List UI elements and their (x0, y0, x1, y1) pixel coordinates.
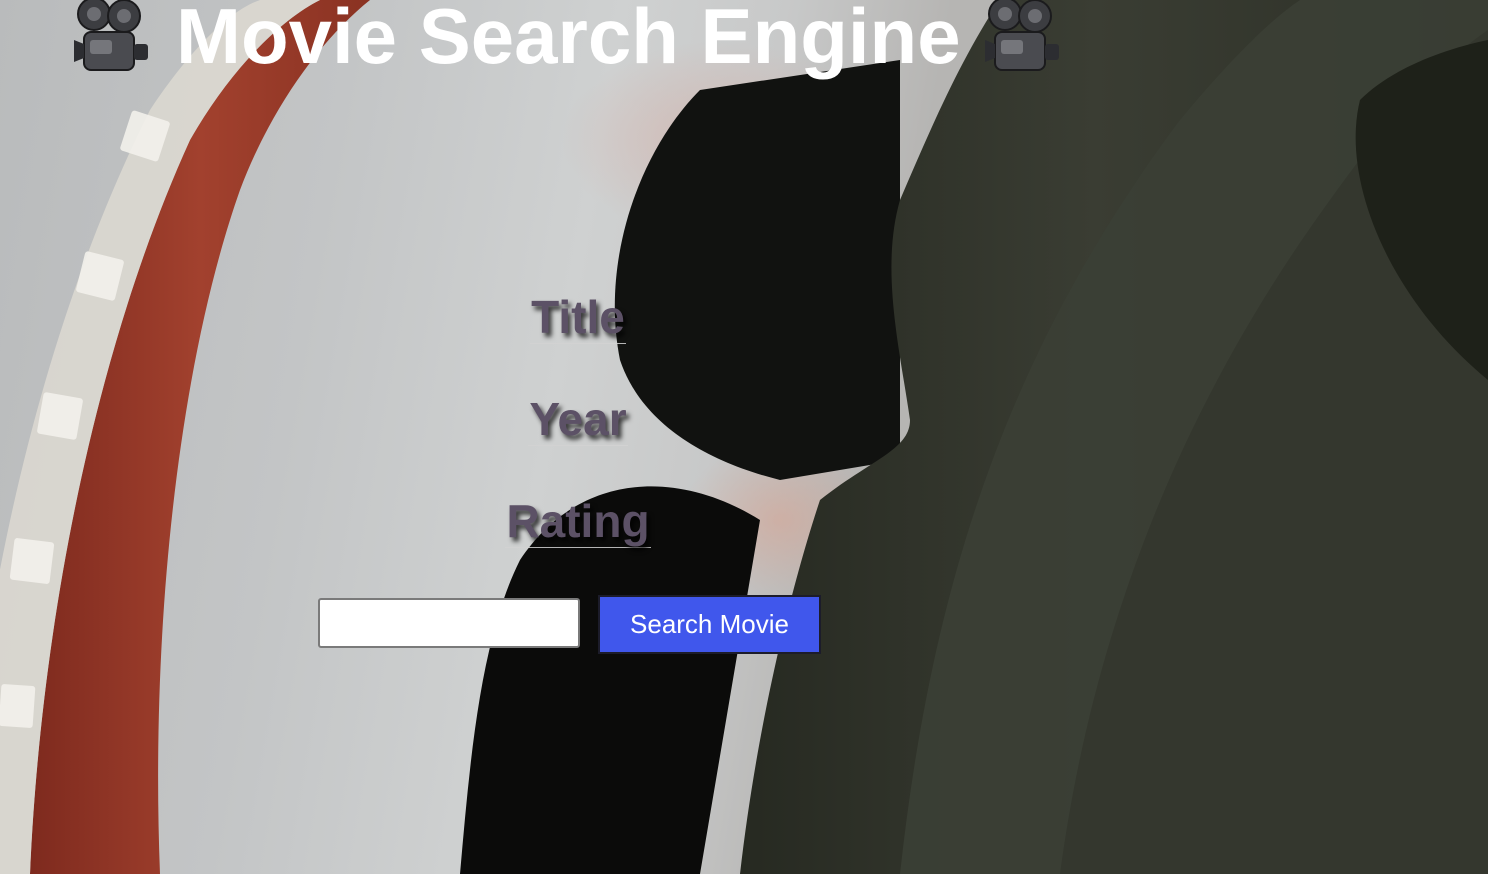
movie-rating-text: Rating (505, 495, 651, 548)
page-title: Movie Search Engine (70, 0, 1065, 86)
search-movie-button[interactable]: Search Movie (598, 595, 821, 654)
movie-title-text: Title (530, 291, 626, 344)
movie-year-label: Year (0, 392, 1156, 446)
movie-title-label: Title (0, 290, 1156, 344)
movie-camera-icon (981, 0, 1065, 78)
movie-year-text: Year (528, 393, 628, 446)
movie-rating-label: Rating (0, 494, 1156, 548)
search-input[interactable] (318, 598, 580, 648)
movie-camera-icon (70, 0, 154, 78)
page-title-text: Movie Search Engine (176, 0, 961, 80)
